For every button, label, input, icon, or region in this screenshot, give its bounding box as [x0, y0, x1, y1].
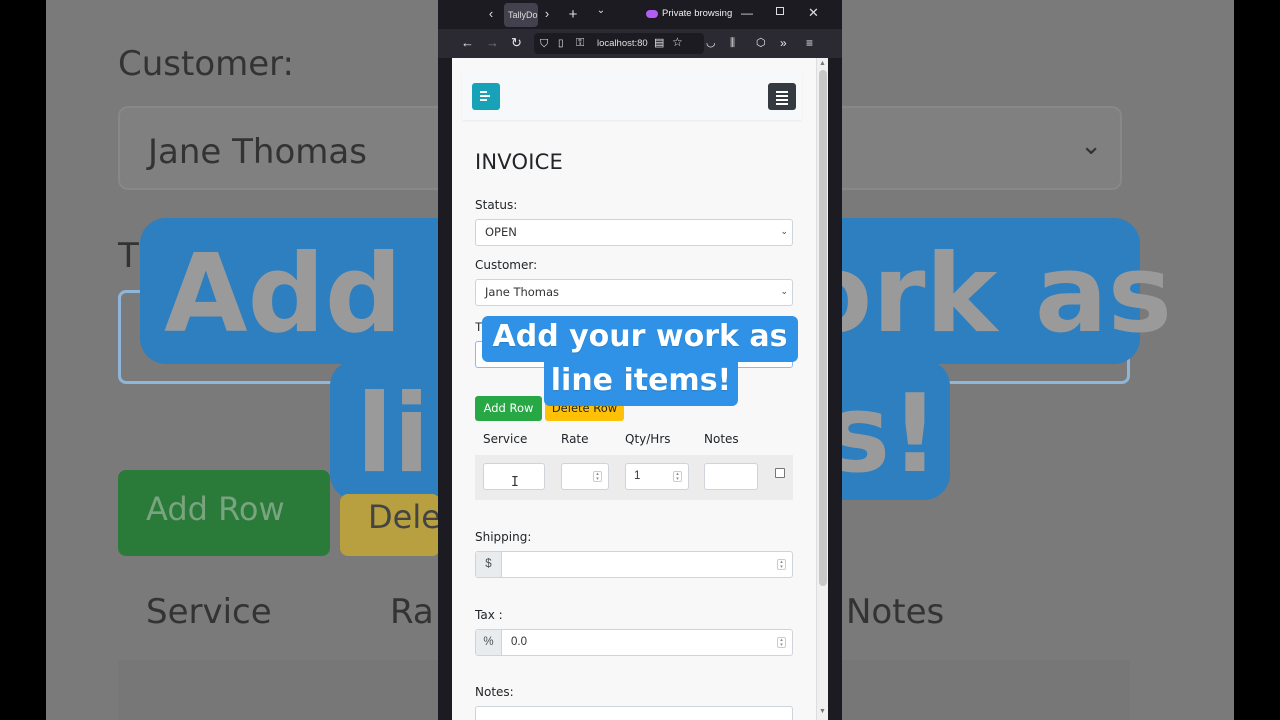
bg-add-row-button: Add Row [118, 470, 330, 556]
page-icon[interactable]: ▯ [558, 37, 564, 51]
hamburger-menu-icon[interactable]: ≡ [806, 36, 813, 50]
bg-col-rate: Ra [390, 592, 434, 632]
shipping-input[interactable]: $ ▴ ▾ [475, 551, 793, 578]
list-icon [776, 91, 788, 107]
tab-active[interactable]: TallyDo [504, 3, 538, 27]
tax-input[interactable]: % 0.0 ▴ ▾ [475, 629, 793, 656]
bg-delete-fragment: Dele [340, 494, 441, 556]
close-icon[interactable]: ✕ [808, 5, 819, 21]
customer-label: Customer: [475, 258, 538, 272]
col-header-qty: Qty/Hrs [625, 432, 671, 446]
spinner-icon[interactable]: ▴ ▾ [593, 471, 602, 482]
reload-icon[interactable]: ↻ [511, 36, 522, 50]
rate-input[interactable]: ▴ ▾ [561, 463, 609, 490]
col-header-service: Service [483, 432, 528, 446]
spinner-icon[interactable]: ▴ ▾ [673, 471, 682, 482]
navigation-toolbar: ← → ↻ ⛉ ▯ ⚿ localhost:80 ▤ ☆ ◡ ⫼ ⬡ » ≡ [438, 29, 842, 58]
bg-caption-right: ork as [798, 232, 1173, 357]
add-row-button[interactable]: Add Row [475, 396, 542, 421]
bg-col-notes: Notes [846, 592, 945, 632]
text-cursor-icon: I [511, 475, 519, 490]
sidebar-toggle-button[interactable] [472, 83, 500, 110]
tab-title: TallyDo [508, 10, 538, 20]
url-text[interactable]: localhost:80 [597, 38, 649, 49]
bg-caption-bottom-left: li [356, 372, 431, 497]
qty-input[interactable]: 1 ▴ ▾ [625, 463, 689, 490]
new-tab-icon[interactable]: + [562, 6, 584, 23]
navbar-menu-button[interactable] [768, 83, 796, 110]
bg-chevron-down-icon: ⌄ [1080, 130, 1102, 160]
back-arrow-icon[interactable]: ← [461, 36, 474, 50]
maximize-icon[interactable] [776, 7, 784, 15]
chevron-down-icon: ⌄ [780, 227, 788, 237]
notes-input[interactable] [704, 463, 758, 490]
notes-label: Notes: [475, 685, 514, 699]
align-left-icon [480, 91, 492, 103]
list-tabs-chevron-icon[interactable]: ⌄ [590, 5, 612, 16]
table-row: I ▴ ▾ 1 ▴ ▾ [475, 455, 793, 500]
col-header-notes: Notes [704, 432, 739, 446]
minimize-icon[interactable]: — [741, 6, 753, 20]
bg-customer-value: Jane Thomas [148, 132, 367, 172]
col-header-rate: Rate [561, 432, 589, 446]
reader-view-icon[interactable]: ▤ [654, 36, 664, 50]
tab-scroll-right-icon[interactable]: › [536, 6, 558, 21]
spinner-icon[interactable]: ▴ ▾ [777, 637, 786, 648]
status-value: OPEN [485, 225, 517, 239]
bg-caption-bottom-right: s! [826, 372, 940, 497]
notes-textarea[interactable] [475, 706, 793, 720]
percent-prefix: % [476, 630, 502, 655]
spinner-icon[interactable]: ▴ ▾ [777, 559, 786, 570]
tax-value: 0.0 [511, 636, 527, 648]
page-title: INVOICE [475, 150, 563, 174]
forward-arrow-icon[interactable]: → [486, 36, 499, 50]
key-icon[interactable]: ⚿ [576, 36, 584, 50]
page-scrollbar[interactable]: ▲ ▼ [816, 58, 828, 720]
shield-icon[interactable]: ⛉ [540, 37, 548, 51]
row-select-checkbox[interactable] [775, 468, 785, 478]
url-bar[interactable]: ⛉ ▯ ⚿ localhost:80 ▤ ☆ [534, 33, 704, 54]
customer-value: Jane Thomas [485, 285, 560, 299]
private-browsing-label: Private browsing [662, 8, 733, 19]
private-mask-icon [646, 9, 658, 18]
tax-label: Tax : [475, 608, 503, 622]
qty-value: 1 [634, 470, 641, 482]
library-icon[interactable]: ⫼ [730, 36, 735, 50]
dollar-prefix: $ [476, 552, 502, 577]
bg-col-service: Service [146, 592, 272, 632]
tab-scroll-left-icon[interactable]: ‹ [480, 6, 502, 21]
top-navbar [462, 72, 802, 120]
shipping-label: Shipping: [475, 530, 532, 544]
bookmark-star-icon[interactable]: ☆ [672, 35, 683, 49]
scroll-up-icon[interactable]: ▲ [819, 60, 826, 67]
customer-select[interactable]: Jane Thomas ⌄ [475, 279, 793, 306]
chevron-down-icon: ⌄ [780, 287, 788, 297]
extensions-icon[interactable]: ⬡ [756, 36, 766, 50]
caption-line-2: line items! [544, 360, 738, 406]
tab-bar: ‹ TallyDo › + ⌄ Private browsing — ✕ [438, 0, 842, 29]
status-select[interactable]: OPEN ⌄ [475, 219, 793, 246]
bg-customer-label: Customer: [118, 44, 295, 84]
pocket-icon[interactable]: ◡ [706, 36, 716, 50]
private-browsing-indicator: Private browsing [646, 8, 732, 19]
overflow-menu-icon[interactable]: » [780, 36, 787, 50]
scroll-down-icon[interactable]: ▼ [819, 708, 826, 715]
status-label: Status: [475, 198, 518, 212]
scroll-thumb[interactable] [819, 70, 827, 586]
bg-t-label: T [118, 236, 139, 276]
caption-line-1: Add your work as [482, 316, 798, 362]
